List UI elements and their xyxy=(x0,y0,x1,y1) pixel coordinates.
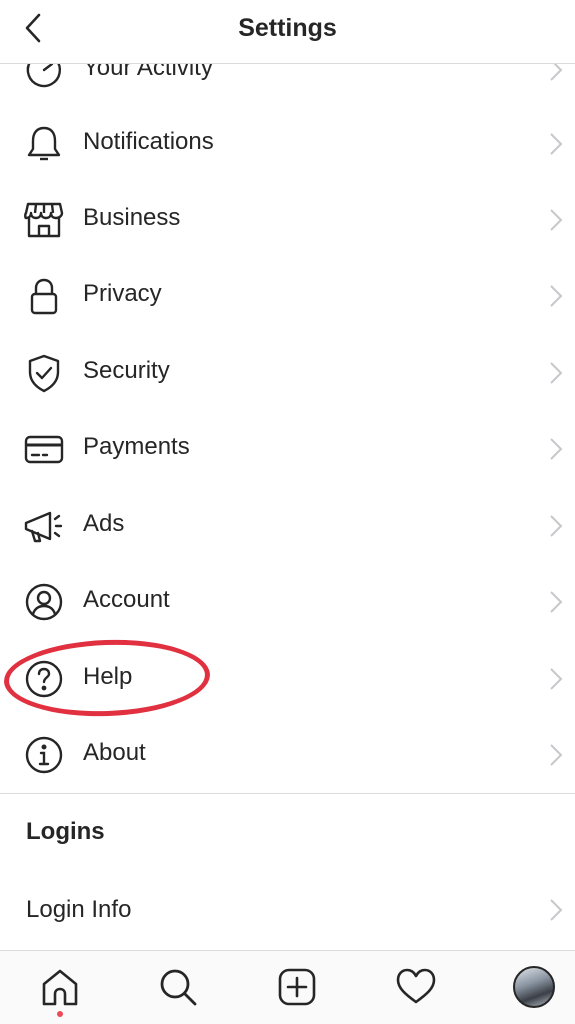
menu-item-ads[interactable]: Ads xyxy=(0,488,575,564)
tab-search[interactable] xyxy=(156,965,200,1009)
tab-activity[interactable] xyxy=(394,965,438,1009)
profile-avatar xyxy=(513,966,555,1008)
lock-icon xyxy=(22,276,66,316)
menu-item-account[interactable]: Account xyxy=(0,564,575,640)
info-icon xyxy=(22,735,66,775)
menu-item-about[interactable]: About xyxy=(0,717,575,793)
tab-new-post[interactable] xyxy=(275,965,319,1009)
section-title-logins: Logins xyxy=(26,818,105,845)
section-divider xyxy=(0,793,575,794)
chevron-right-icon xyxy=(550,744,563,766)
heart-icon xyxy=(396,968,436,1004)
settings-list: Your Activity Notifications Business Pri… xyxy=(0,0,575,950)
menu-label: Security xyxy=(83,357,170,384)
menu-item-login-info[interactable]: Login Info xyxy=(0,870,575,946)
chevron-right-icon xyxy=(550,133,563,155)
megaphone-icon xyxy=(22,506,66,546)
bottom-tab-bar xyxy=(0,950,575,1024)
card-icon xyxy=(22,429,66,469)
notification-dot xyxy=(57,1011,63,1017)
menu-item-payments[interactable]: Payments xyxy=(0,411,575,487)
menu-item-help[interactable]: Help xyxy=(0,641,575,717)
chevron-right-icon xyxy=(550,668,563,690)
home-icon xyxy=(42,969,78,1006)
top-header: Settings xyxy=(0,0,575,64)
chevron-right-icon xyxy=(550,438,563,460)
menu-label: Business xyxy=(83,204,181,231)
menu-label: Account xyxy=(83,586,170,613)
menu-item-notifications[interactable]: Notifications xyxy=(0,106,575,182)
chevron-right-icon xyxy=(550,362,563,384)
menu-label: Privacy xyxy=(83,280,162,307)
menu-item-privacy[interactable]: Privacy xyxy=(0,258,575,334)
chevron-right-icon xyxy=(550,209,563,231)
menu-item-business[interactable]: Business xyxy=(0,182,575,258)
bell-icon xyxy=(22,124,66,164)
shield-icon xyxy=(22,353,66,393)
new-post-icon xyxy=(278,968,316,1006)
shop-icon xyxy=(22,200,66,240)
menu-label: About xyxy=(83,739,146,766)
chevron-right-icon xyxy=(550,515,563,537)
user-circle-icon xyxy=(22,582,66,622)
chevron-right-icon xyxy=(550,591,563,613)
question-icon xyxy=(22,659,66,699)
menu-label: Notifications xyxy=(83,128,214,155)
menu-item-security[interactable]: Security xyxy=(0,335,575,411)
menu-label: Payments xyxy=(83,433,190,460)
menu-label: Login Info xyxy=(26,896,132,923)
chevron-right-icon xyxy=(550,285,563,307)
search-icon xyxy=(160,969,197,1006)
page-title: Settings xyxy=(238,14,337,42)
menu-label: Ads xyxy=(83,510,125,537)
menu-label: Help xyxy=(83,663,133,690)
tab-home[interactable] xyxy=(38,965,82,1009)
tab-profile[interactable] xyxy=(512,965,556,1009)
chevron-right-icon xyxy=(550,899,563,921)
